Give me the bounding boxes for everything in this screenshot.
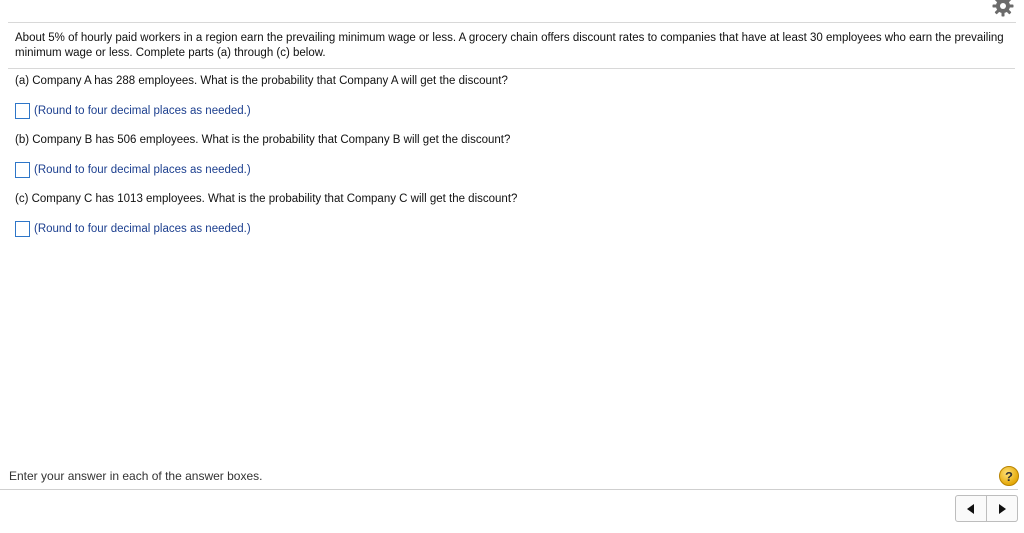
part-a-answer-box[interactable] — [15, 103, 30, 119]
gear-icon[interactable] — [991, 0, 1015, 18]
part-c-answer-box[interactable] — [15, 221, 30, 237]
footer-divider — [0, 489, 1018, 490]
top-divider — [8, 22, 1016, 23]
question-intro: About 5% of hourly paid workers in a reg… — [15, 32, 1004, 59]
question-navigation — [955, 495, 1018, 522]
help-icon[interactable]: ? — [999, 466, 1019, 486]
part-c-answer-row: (Round to four decimal places as needed.… — [15, 220, 251, 238]
arrow-right-icon — [999, 503, 1006, 514]
part-c-rounding-hint: (Round to four decimal places as needed.… — [34, 222, 251, 235]
part-a-rounding-hint: (Round to four decimal places as needed.… — [34, 104, 251, 117]
question-divider — [8, 68, 1015, 69]
question-page: About 5% of hourly paid workers in a reg… — [0, 0, 1024, 533]
next-button[interactable] — [987, 496, 1017, 521]
arrow-left-icon — [967, 503, 974, 514]
part-b-answer-box[interactable] — [15, 162, 30, 178]
part-a-answer-row: (Round to four decimal places as needed.… — [15, 102, 251, 120]
previous-button[interactable] — [956, 496, 986, 521]
footer-instruction: Enter your answer in each of the answer … — [9, 469, 263, 483]
part-b-answer-row: (Round to four decimal places as needed.… — [15, 161, 251, 179]
part-c-prompt: (c) Company C has 1013 employees. What i… — [15, 193, 518, 205]
part-a-prompt: (a) Company A has 288 employees. What is… — [15, 75, 508, 87]
part-b-rounding-hint: (Round to four decimal places as needed.… — [34, 163, 251, 176]
part-b-prompt: (b) Company B has 506 employees. What is… — [15, 134, 511, 146]
